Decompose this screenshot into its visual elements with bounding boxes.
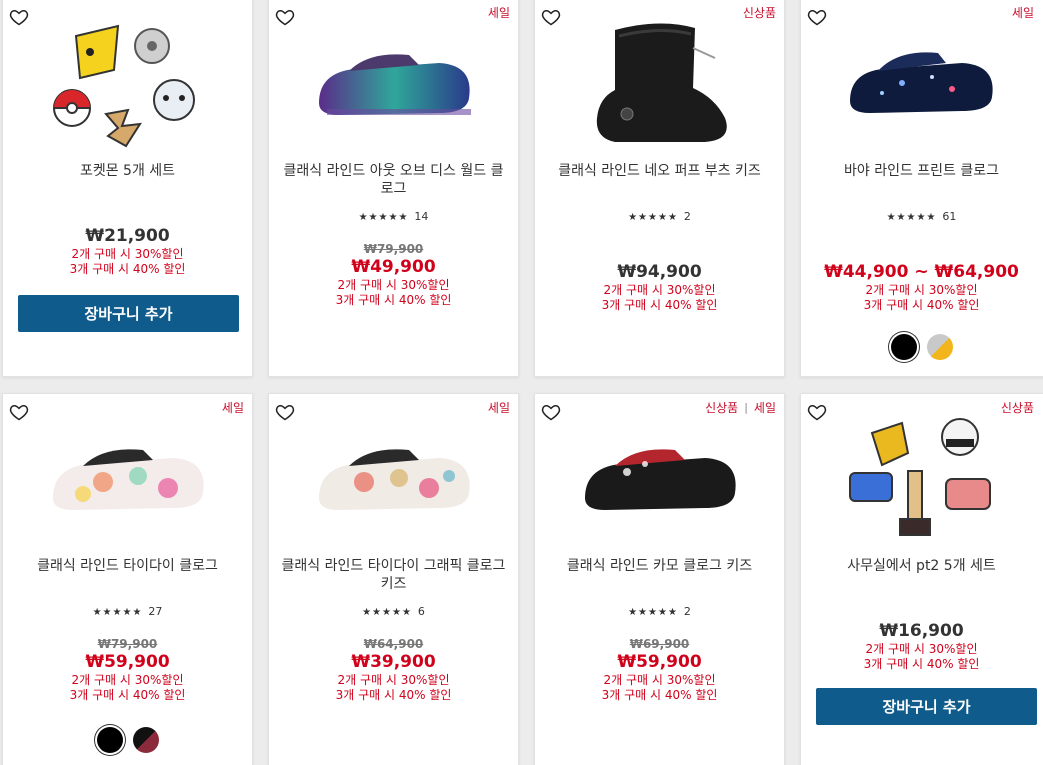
tail-charm (103, 108, 142, 148)
original-price: ₩79,900 (97, 637, 158, 651)
product-card[interactable]: 세일 클래식 라인드 아웃 오브 디스 월드 클로그 ★★★★★ 14 ₩79,9… (268, 0, 519, 377)
sale-price: ₩49,900 (351, 257, 436, 277)
review-count: 14 (414, 210, 429, 223)
sale-price: ₩59,900 (617, 652, 702, 672)
product-image[interactable] (269, 13, 518, 153)
product-image[interactable] (801, 408, 1043, 548)
original-price: ₩79,900 (363, 242, 424, 256)
promo-3-for-40: 3개 구매 시 40% 할인 (601, 298, 718, 312)
rating: ★★★★★ 61 (801, 210, 1042, 223)
trophy-charm (898, 470, 931, 536)
product-card[interactable]: 신상품 클래식 라인드 네오 퍼프 부츠 키즈 ★★★★★ 2 ₩94,900 2… (534, 0, 785, 377)
color-swatches (3, 727, 252, 753)
add-to-cart-button[interactable]: 장바구니 추가 (816, 688, 1037, 725)
product-card[interactable]: 포켓몬 5개 세트 ₩21,900 2개 구매 시 30%할인 3개 구매 시 … (2, 0, 253, 377)
promo-3-for-40: 3개 구매 시 40% 할인 (863, 298, 980, 312)
promo-2-for-30: 2개 구매 시 30%할인 (337, 278, 450, 292)
product-image[interactable] (3, 13, 252, 153)
product-name[interactable]: 클래식 라인드 아웃 오브 디스 월드 클로그 (279, 162, 508, 198)
product-name[interactable]: 사무실에서 pt2 5개 세트 (811, 557, 1032, 575)
review-count: 27 (148, 605, 163, 618)
product-card[interactable]: 신상품 사무실에서 pt2 5개 세트 ₩16,900 2개 구매 시 30%할… (800, 393, 1043, 765)
promo-3-for-40: 3개 구매 시 40% 할인 (335, 688, 452, 702)
star-rating-icon: ★★★★★ (628, 607, 678, 618)
product-image[interactable] (535, 13, 784, 153)
rating: ★★★★★ 6 (269, 605, 518, 618)
color-swatches (801, 334, 1042, 360)
product-price: ₩16,900 (879, 621, 964, 641)
product-image[interactable] (269, 408, 518, 548)
product-name[interactable]: 포켓몬 5개 세트 (13, 162, 242, 180)
review-count: 2 (683, 605, 691, 618)
promo-3-for-40: 3개 구매 시 40% 할인 (335, 293, 452, 307)
rating: ★★★★★ 2 (535, 605, 784, 618)
product-card[interactable]: 세일 클래식 라인드 타이다이 클로그 ★★★★★ 27 ₩79,900 ₩59,… (2, 393, 253, 765)
product-name[interactable]: 클래식 라인드 네오 퍼프 부츠 키즈 (545, 162, 774, 180)
promo-3-for-40: 3개 구매 시 40% 할인 (69, 262, 186, 276)
original-price: ₩64,900 (363, 637, 424, 651)
product-name[interactable]: 클래식 라인드 타이다이 그래픽 클로그 키즈 (279, 557, 508, 593)
promo-3-for-40: 3개 구매 시 40% 할인 (601, 688, 718, 702)
star-rating-icon: ★★★★★ (92, 607, 143, 618)
review-count: 2 (683, 210, 691, 223)
hand-charm (870, 421, 909, 467)
pikachu-face-charm (152, 79, 195, 121)
product-image[interactable] (535, 408, 784, 548)
product-image[interactable] (801, 13, 1043, 153)
product-image[interactable] (3, 408, 252, 548)
product-name[interactable]: 바야 라인드 프린트 클로그 (811, 162, 1032, 180)
product-name[interactable]: 클래식 라인드 카모 클로그 키즈 (545, 557, 774, 575)
product-price: ₩94,900 (617, 262, 702, 282)
star-rating-icon: ★★★★★ (362, 607, 412, 618)
review-count: 6 (417, 605, 425, 618)
swatch-black[interactable] (890, 334, 917, 360)
product-price: ₩21,900 (85, 226, 170, 246)
promo-2-for-30: 2개 구매 시 30%할인 (865, 283, 978, 297)
swatch-grey-yellow[interactable] (926, 334, 953, 360)
swatch-black[interactable] (96, 727, 123, 753)
rating: ★★★★★ 2 (535, 210, 784, 223)
sale-price: ₩59,900 (85, 652, 170, 672)
product-grid: 포켓몬 5개 세트 ₩21,900 2개 구매 시 30%할인 3개 구매 시 … (0, 0, 1043, 765)
pikachu-charm (74, 24, 119, 80)
product-card[interactable]: 세일 클래식 라인드 타이다이 그래픽 클로그 키즈 ★★★★★ 6 ₩64,90… (268, 393, 519, 765)
product-name[interactable]: 클래식 라인드 타이다이 클로그 (13, 557, 242, 575)
promo-2-for-30: 2개 구매 시 30%할인 (603, 283, 716, 297)
promo-2-for-30: 2개 구매 시 30%할인 (71, 247, 184, 261)
add-to-cart-button[interactable]: 장바구니 추가 (18, 295, 239, 332)
review-count: 61 (942, 210, 957, 223)
badge-charm (848, 472, 893, 502)
swatch-black-burgundy[interactable] (132, 727, 159, 753)
star-rating-icon: ★★★★★ (358, 212, 409, 223)
promo-2-for-30: 2개 구매 시 30%할인 (71, 673, 184, 687)
promo-3-for-40: 3개 구매 시 40% 할인 (69, 688, 186, 702)
sale-price: ₩39,900 (351, 652, 436, 672)
star-rating-icon: ★★★★★ (886, 212, 937, 223)
disc-charm (133, 28, 170, 64)
promo-2-for-30: 2개 구매 시 30%할인 (337, 673, 450, 687)
farm-charm (944, 478, 991, 510)
promo-2-for-30: 2개 구매 시 30%할인 (865, 642, 978, 656)
product-card[interactable]: 신상품 | 세일 클래식 라인드 카모 클로그 키즈 ★★★★★ 2 ₩69,90… (534, 393, 785, 765)
pokeball-charm (52, 89, 91, 127)
rating: ★★★★★ 14 (269, 210, 518, 223)
original-price: ₩69,900 (629, 637, 690, 651)
rating: ★★★★★ 27 (3, 605, 252, 618)
promo-2-for-30: 2개 구매 시 30%할인 (603, 673, 716, 687)
promo-3-for-40: 3개 구매 시 40% 할인 (863, 657, 980, 671)
price-range: ₩44,900 ~ ₩64,900 (824, 262, 1019, 282)
face-charm (940, 418, 979, 456)
star-rating-icon: ★★★★★ (628, 212, 678, 223)
product-card[interactable]: 세일 바야 라인드 프린트 클로그 ★★★★★ 61 ₩44,900 ~ ₩64,… (800, 0, 1043, 377)
